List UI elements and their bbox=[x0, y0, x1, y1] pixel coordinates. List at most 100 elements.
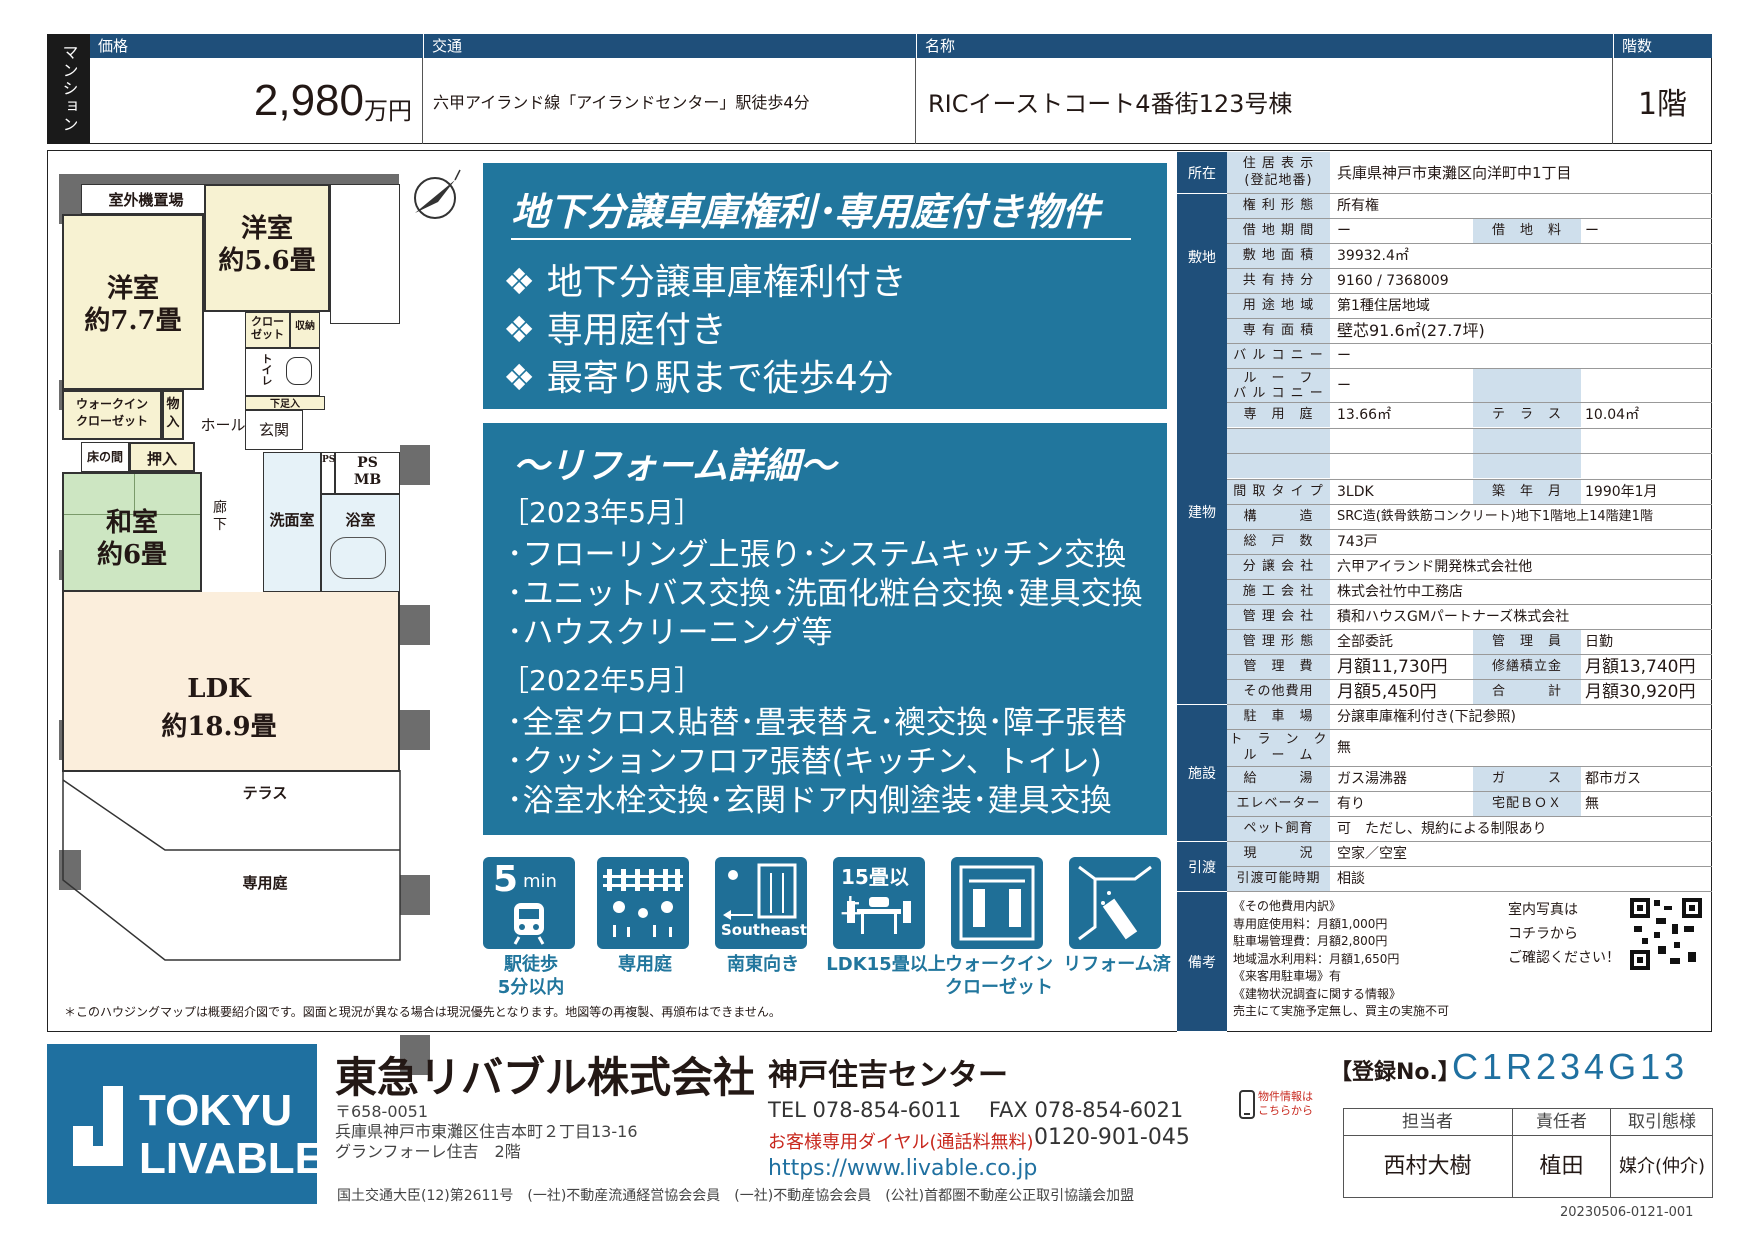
spec-key: バ ル コ ニ ー bbox=[1227, 344, 1330, 368]
spec-value: 月額11,730円 bbox=[1337, 657, 1448, 677]
train-icon bbox=[513, 903, 545, 945]
transport-value: 六甲アイランド線「アイランドセンター」駅徒歩4分 bbox=[433, 93, 810, 112]
spec-key: 現 況 bbox=[1227, 842, 1330, 866]
ldk-size: 約18.9畳 bbox=[161, 712, 277, 742]
remarks-line: 《来客用駐車場》有 bbox=[1233, 969, 1342, 983]
feature-box: 地下分譲車庫権利･専用庭付き物件 ❖ 地下分譲車庫権利付き ❖ 専用庭付き ❖ … bbox=[483, 163, 1167, 409]
spec-key: ガ ス bbox=[1473, 767, 1581, 791]
ldk-label: LDK bbox=[187, 674, 251, 704]
washroom-label: 洗面室 bbox=[269, 511, 315, 529]
spec-value: 39932.4㎡ bbox=[1337, 248, 1409, 264]
section-facility: 施設 bbox=[1177, 705, 1227, 842]
toll-free-label: お客様専用ダイヤル(通話料無料) bbox=[768, 1132, 1034, 1153]
spec-key: 管 理 形 態 bbox=[1227, 630, 1330, 654]
qr-code-icon[interactable] bbox=[1628, 896, 1704, 972]
logo-text-1: TOKYU bbox=[139, 1086, 293, 1135]
spec-value: ー bbox=[1337, 348, 1351, 364]
spec-key-blank bbox=[1473, 454, 1581, 478]
oshiire-label: 押入 bbox=[146, 450, 177, 468]
closet-hanger-icon bbox=[959, 865, 1035, 941]
spec-value: 1990年1月 bbox=[1585, 484, 1658, 500]
spec-key-blank bbox=[1473, 429, 1581, 453]
floor-cell: 1階 bbox=[1613, 58, 1712, 144]
spec-row: ペット飼育可 ただし、規約による制限あり bbox=[1227, 817, 1712, 842]
bathroom: 浴室 bbox=[321, 494, 400, 592]
shoe-storage-label: 下足入 bbox=[270, 399, 300, 410]
room-size: 約5.6畳 bbox=[218, 246, 316, 276]
spec-key: 専 有 面 積 bbox=[1227, 319, 1330, 343]
storage: 収納 bbox=[290, 312, 320, 348]
spec-value: 兵庫県神戸市東灘区向洋町中1丁目 bbox=[1337, 164, 1572, 182]
spec-key: 住 居 表 示 (登記地番) bbox=[1227, 152, 1330, 193]
spec-key: その他費用 bbox=[1227, 680, 1330, 704]
spec-key: 宅配ＢＯＸ bbox=[1473, 792, 1581, 816]
spec-key: 借 地 期 間 bbox=[1227, 219, 1330, 243]
hall-label: ホール bbox=[200, 416, 246, 434]
section-location: 所在 bbox=[1177, 152, 1227, 194]
private-garden-icon bbox=[597, 857, 689, 949]
toll-free-number: 0120-901-045 bbox=[1034, 1125, 1190, 1150]
property-type-label: マンション bbox=[47, 34, 90, 144]
spec-key: 築 年 月 bbox=[1473, 480, 1581, 504]
garden-caption: 専用庭 bbox=[618, 954, 672, 975]
spec-value: ー bbox=[1337, 223, 1351, 239]
spec-key: 給 湯 bbox=[1227, 767, 1330, 791]
spec-value: 空家／空室 bbox=[1337, 846, 1407, 862]
website-link[interactable]: https://www.livable.co.jp bbox=[768, 1156, 1037, 1181]
spec-value: 可 ただし、規約による制限あり bbox=[1337, 821, 1547, 837]
bath-label: 浴室 bbox=[345, 511, 376, 529]
spec-row: 駐 車 場分譲車庫権利付き(下記参照) bbox=[1227, 705, 1712, 730]
section-land: 敷地 bbox=[1177, 194, 1227, 320]
spec-value: 月額5,450円 bbox=[1337, 682, 1437, 702]
building-sun-icon bbox=[723, 863, 797, 920]
remarks-line: 《その他費用内訳》 bbox=[1233, 899, 1342, 913]
spec-key: 引渡可能時期 bbox=[1227, 867, 1330, 891]
spec-value: 所有権 bbox=[1337, 198, 1379, 214]
spec-row: 引渡可能時期 相談 bbox=[1227, 867, 1712, 892]
branch-name: 神戸住吉センター bbox=[768, 1058, 1008, 1093]
spec-key: 共 有 持 分 bbox=[1227, 269, 1330, 293]
walk-in-closet-icon bbox=[951, 857, 1043, 949]
storage-closet: 物 入 bbox=[162, 390, 184, 440]
shoe-storage: 下足入 bbox=[245, 396, 325, 410]
name-header: 名称 bbox=[916, 34, 1613, 58]
spec-row: 分 譲 会 社六甲アイランド開発株式会社他 bbox=[1227, 555, 1712, 580]
feature-item: ❖ 専用庭付き bbox=[503, 310, 727, 351]
floor-header: 階数 bbox=[1613, 34, 1712, 58]
feature-divider bbox=[511, 238, 1131, 240]
spec-value: 全部委託 bbox=[1337, 634, 1393, 650]
southeast-icon: Southeast bbox=[715, 857, 807, 949]
walk-in-closet: ウォークイン クローゼット bbox=[62, 390, 162, 440]
section-handover: 引渡 bbox=[1177, 842, 1227, 892]
spec-key-blank bbox=[1227, 429, 1330, 453]
spec-value: ー bbox=[1337, 378, 1351, 394]
tokonoma: 床の間 bbox=[81, 442, 129, 472]
spec-row: エレベーター 有り 宅配ＢＯＸ 無 bbox=[1227, 792, 1712, 817]
spec-value: 六甲アイランド開発株式会社他 bbox=[1337, 559, 1533, 575]
spec-value: 日勤 bbox=[1585, 634, 1613, 650]
mobile-note: 物件情報は こちらから bbox=[1258, 1090, 1313, 1117]
wall bbox=[400, 445, 430, 485]
reform-item: ･ハウスクリーニング等 bbox=[507, 615, 833, 651]
spec-row: 権 利 形 態所有権 bbox=[1227, 194, 1712, 219]
responsible-header: 責任者 bbox=[1513, 1108, 1611, 1136]
registration-label: 【登録No.】 bbox=[1330, 1060, 1460, 1085]
name-cell: RICイーストコート4番街123号棟 bbox=[916, 58, 1613, 144]
registration-number: C1R234G13 bbox=[1452, 1046, 1689, 1087]
japanese-room: 和室 約6畳 bbox=[62, 472, 202, 592]
company-name: 東急リバブル株式会社 bbox=[335, 1053, 756, 1102]
spec-key: 管 理 会 社 bbox=[1227, 605, 1330, 629]
spec-row: 共 有 持 分 9160 / 7368009 bbox=[1227, 269, 1712, 294]
spec-key: 駐 車 場 bbox=[1227, 705, 1330, 729]
spec-value: 壁芯91.6㎡(27.7坪) bbox=[1337, 321, 1485, 340]
spec-row: 給 湯ガス湯沸器 ガ ス都市ガス bbox=[1227, 767, 1712, 792]
spec-value: 743戸 bbox=[1337, 534, 1378, 550]
spec-value: 有り bbox=[1337, 796, 1365, 812]
livable-logo-icon bbox=[73, 1086, 123, 1166]
spec-key: 権 利 形 態 bbox=[1227, 194, 1330, 218]
dining-table-icon bbox=[847, 897, 911, 934]
entrance-label: 玄関 bbox=[258, 421, 289, 439]
corridor-label: 廊 下 bbox=[213, 500, 227, 533]
spec-row: 間 取 タ イ プ 3LDK 築 年 月 1990年1月 bbox=[1227, 480, 1712, 505]
responsible-name: 植田 bbox=[1513, 1136, 1611, 1198]
